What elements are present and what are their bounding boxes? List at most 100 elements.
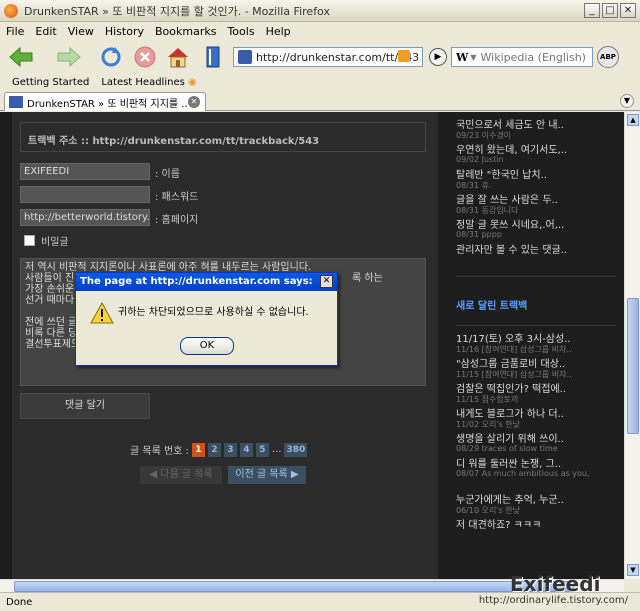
comment-partial-text: 록 하는 <box>352 273 383 284</box>
forward-arrow-icon <box>57 46 81 68</box>
pagination: 글 목록 번호 : 1 2 3 4 5 ... 380 <box>130 442 308 457</box>
close-window-button[interactable]: ✕ <box>620 3 636 18</box>
search-engine-dropdown-icon[interactable]: ▼ <box>470 53 476 62</box>
pager-ellipsis: ... <box>271 444 282 455</box>
trackback-meta: 08/07 As much ambitious as you, <box>456 469 590 478</box>
trackback-meta: 11/16 [참여연대] 삼성그룹 비자.. <box>456 345 572 354</box>
status-text: Done <box>6 596 33 608</box>
go-button[interactable]: ▶ <box>429 48 447 66</box>
bookmark-getting-started[interactable]: Getting Started <box>12 77 89 88</box>
stop-icon <box>134 46 156 68</box>
tab-favicon-icon <box>9 96 23 108</box>
recent-comment-meta: 09/02 Justin <box>456 155 504 164</box>
trackback-meta: 06/10 오리's 한낮 <box>456 506 520 515</box>
menu-history[interactable]: History <box>105 25 144 38</box>
recent-comment-link[interactable]: 정말 글 못쓰 시네요,.어,.. <box>456 216 616 230</box>
page-link-1[interactable]: 1 <box>191 442 205 457</box>
page-link-2[interactable]: 2 <box>207 442 221 457</box>
page-link-5[interactable]: 5 <box>255 442 269 457</box>
rss-feed-icon[interactable] <box>398 50 410 62</box>
trackback-link[interactable]: "삼성그룹 금품로비 대상.. <box>456 355 616 369</box>
horizontal-scroll-thumb[interactable] <box>14 581 574 592</box>
recent-comment-link[interactable]: 국민으로서 세금도 안 내.. <box>456 116 616 130</box>
recent-comment-link[interactable]: 관리자만 볼 수 있는 댓글.. <box>456 241 616 255</box>
trackback-link[interactable]: 11/17(토) 오후 3시-삼성.. <box>456 330 616 344</box>
window-titlebar: DrunkenSTAR » 또 비판적 지지를 할 것인가. - Mozilla… <box>0 0 640 22</box>
list-all-tabs-button[interactable]: ▼ <box>620 94 634 108</box>
menu-help[interactable]: Help <box>266 25 291 38</box>
reload-button[interactable] <box>98 44 124 70</box>
homepage-input[interactable]: http://betterworld.tistory.com <box>20 209 150 226</box>
tab-drunkenstar[interactable]: DrunkenSTAR » 또 비판적 지지를 ... ✕ <box>4 92 206 111</box>
exifeedi-watermark-logo: Exifeedi <box>510 572 601 596</box>
page-link-3[interactable]: 3 <box>223 442 237 457</box>
bookmark-sidebar-button[interactable] <box>200 44 226 70</box>
secret-checkbox[interactable] <box>24 235 35 246</box>
secret-label: 비밀글 <box>41 237 69 248</box>
bookmark-latest-headlines[interactable]: Latest Headlines ◉ <box>101 77 196 88</box>
password-label: : 패스워드 <box>155 192 199 203</box>
menu-tools[interactable]: Tools <box>227 25 254 38</box>
forward-button[interactable] <box>56 44 82 70</box>
trackback-meta: 11/15 [참여연대] 삼성그룹 비자.. <box>456 370 572 379</box>
warning-icon <box>90 302 114 324</box>
recent-comment-meta: 08/31 휴. <box>456 181 492 190</box>
dialog-close-icon[interactable]: ✕ <box>320 275 333 288</box>
trackback-meta: 11/02 오리's 한낮 <box>456 420 520 429</box>
trackback-link[interactable]: 검찰은 떡집인가? 떡접에.. <box>456 380 616 394</box>
vertical-scrollbar[interactable]: ▲ ▼ <box>624 112 640 579</box>
recent-comment-meta: 08/31 pppp <box>456 230 502 239</box>
site-favicon-icon <box>238 50 252 64</box>
scroll-down-icon[interactable]: ▼ <box>627 564 639 576</box>
trackback-link[interactable]: 내게도 블로그가 하나 더.. <box>456 405 616 419</box>
recent-comment-link[interactable]: 글을 잘 쓰는 사람은 두.. <box>456 191 616 205</box>
dialog-ok-button[interactable]: OK <box>180 337 234 355</box>
wikipedia-icon[interactable]: W <box>456 51 468 64</box>
status-url: http://ordinarylife.tistory.com/ <box>478 595 628 606</box>
trackback-link[interactable]: 저 대견하죠? ㅋㅋㅋ <box>456 516 616 530</box>
adblock-plus-icon[interactable]: ABP <box>597 46 619 68</box>
homepage-label: : 홈페이지 <box>155 215 199 226</box>
recent-comment-link[interactable]: 탈레반 "한국인 납치.. <box>456 166 616 180</box>
trackback-link[interactable]: 누군가에게는 추억, 누군.. <box>456 491 616 505</box>
reload-icon <box>101 47 121 67</box>
menu-edit[interactable]: Edit <box>35 25 56 38</box>
trackback-heading: 새로 달린 트랙백 <box>456 301 528 312</box>
name-input[interactable]: EXIFEEDI <box>20 163 150 180</box>
password-input[interactable] <box>20 186 150 203</box>
stop-button[interactable] <box>132 44 158 70</box>
menu-view[interactable]: View <box>68 25 94 38</box>
menu-file[interactable]: File <box>6 25 24 38</box>
recent-comment-meta: 08/31 동감입니다 <box>456 206 519 215</box>
menu-bar: File Edit View History Bookmarks Tools H… <box>0 22 640 40</box>
trackback-link[interactable]: 디 워를 둘러싼 논쟁, 그.. <box>456 455 616 469</box>
trackback-link[interactable]: 생명을 살리기 위해 쓰이.. <box>456 430 616 444</box>
page-link-last[interactable]: 380 <box>284 442 308 457</box>
back-button[interactable] <box>8 44 34 70</box>
page-link-4[interactable]: 4 <box>239 442 253 457</box>
tab-close-icon[interactable]: ✕ <box>188 96 200 108</box>
search-placeholder: Wikipedia (English) <box>480 50 586 64</box>
trackback-meta: 08/29 traces of slow time <box>456 444 558 453</box>
tab-strip: DrunkenSTAR » 또 비판적 지지를 ... ✕ ▼ <box>0 91 640 111</box>
bookmark-book-icon <box>206 46 220 68</box>
dialog-message: 귀하는 차단되었으므로 사용하실 수 없습니다. <box>118 307 309 318</box>
tab-label: DrunkenSTAR » 또 비판적 지지를 ... <box>27 98 188 110</box>
scroll-up-icon[interactable]: ▲ <box>627 114 639 126</box>
recent-comment-link[interactable]: 우연히 왔는데, 여기서도,.. <box>456 141 616 155</box>
next-list-button[interactable]: 이전 글 목록 ▶ <box>228 466 306 484</box>
bookmarks-toolbar: Getting Started Latest Headlines ◉ <box>0 74 640 91</box>
submit-comment-button[interactable]: 댓글 달기 <box>20 393 150 419</box>
url-bar[interactable]: http://drunkenstar.com/tt/543 <box>233 47 423 67</box>
window-title: DrunkenSTAR » 또 비판적 지지를 할 것인가. - Mozilla… <box>24 4 330 18</box>
menu-bookmarks[interactable]: Bookmarks <box>155 25 216 38</box>
minimize-button[interactable]: _ <box>584 3 600 18</box>
pager-label: 글 목록 번호 : <box>130 446 189 457</box>
search-bar[interactable]: W ▼ Wikipedia (English) <box>451 47 593 67</box>
prev-list-button[interactable]: ◀ 다음 글 목록 <box>140 466 222 484</box>
vertical-scroll-thumb[interactable] <box>627 298 639 434</box>
home-button[interactable] <box>165 44 191 70</box>
trackback-address: 트랙백 주소 :: http://drunkenstar.com/tt/trac… <box>20 122 426 152</box>
alert-dialog: The page at http://drunkenstar.com says:… <box>75 272 338 366</box>
maximize-button[interactable]: □ <box>602 3 618 18</box>
